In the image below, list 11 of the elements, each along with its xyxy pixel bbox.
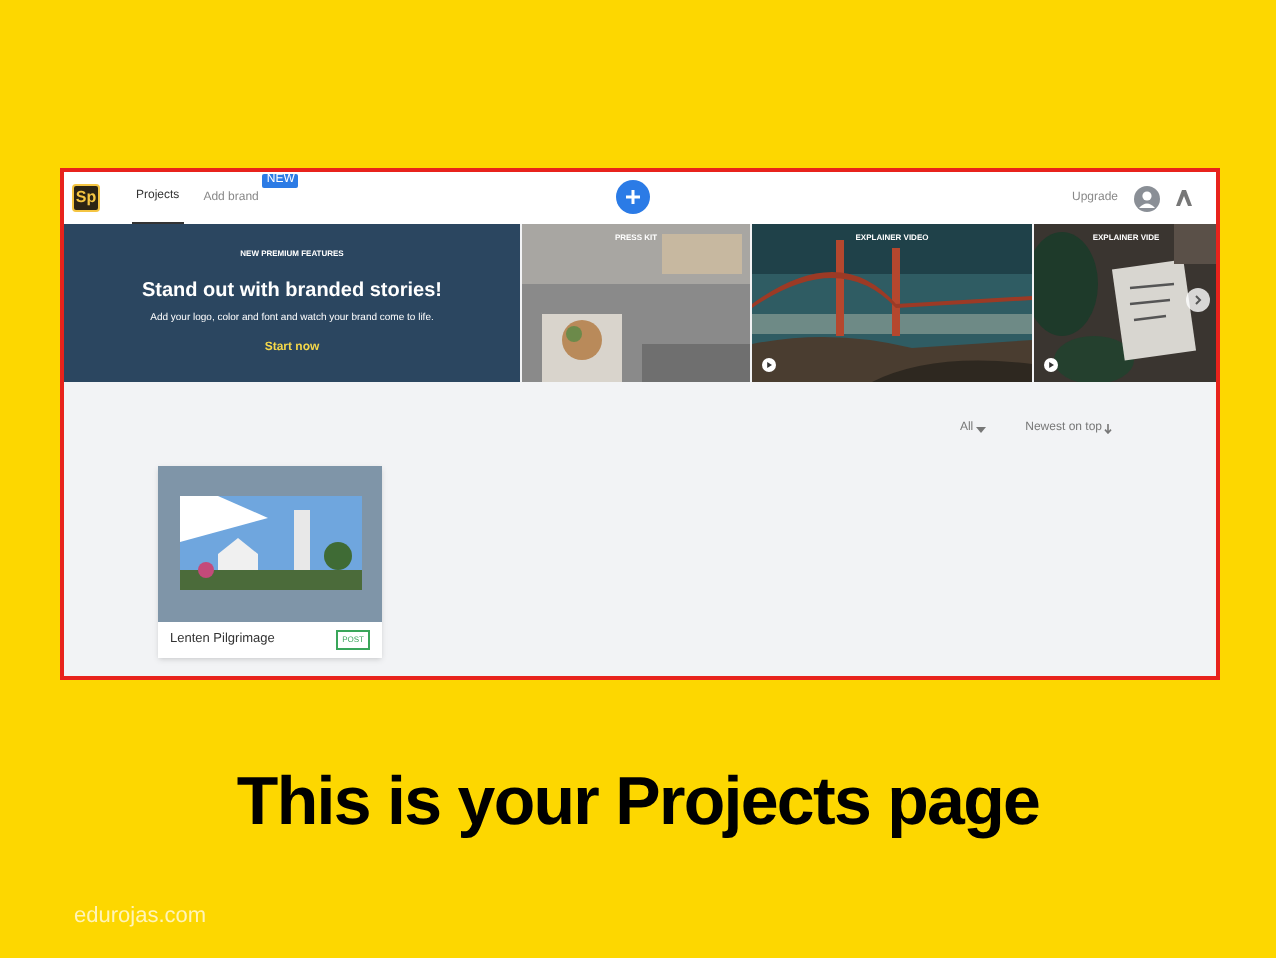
plus-icon	[624, 188, 642, 206]
avatar-icon[interactable]	[1134, 185, 1160, 211]
play-icon[interactable]	[1044, 358, 1058, 372]
caret-icon	[975, 425, 986, 433]
arrow-down-icon	[1104, 424, 1112, 434]
slide-title: This is your Projects page	[236, 762, 1040, 844]
add-button[interactable]	[616, 180, 650, 214]
chevron-right-icon	[1192, 294, 1204, 306]
app-logo[interactable]: Sp	[72, 184, 100, 212]
footer-text: edurojas.com	[74, 902, 207, 932]
promo-headline: Stand out with branded stories!	[141, 278, 442, 307]
